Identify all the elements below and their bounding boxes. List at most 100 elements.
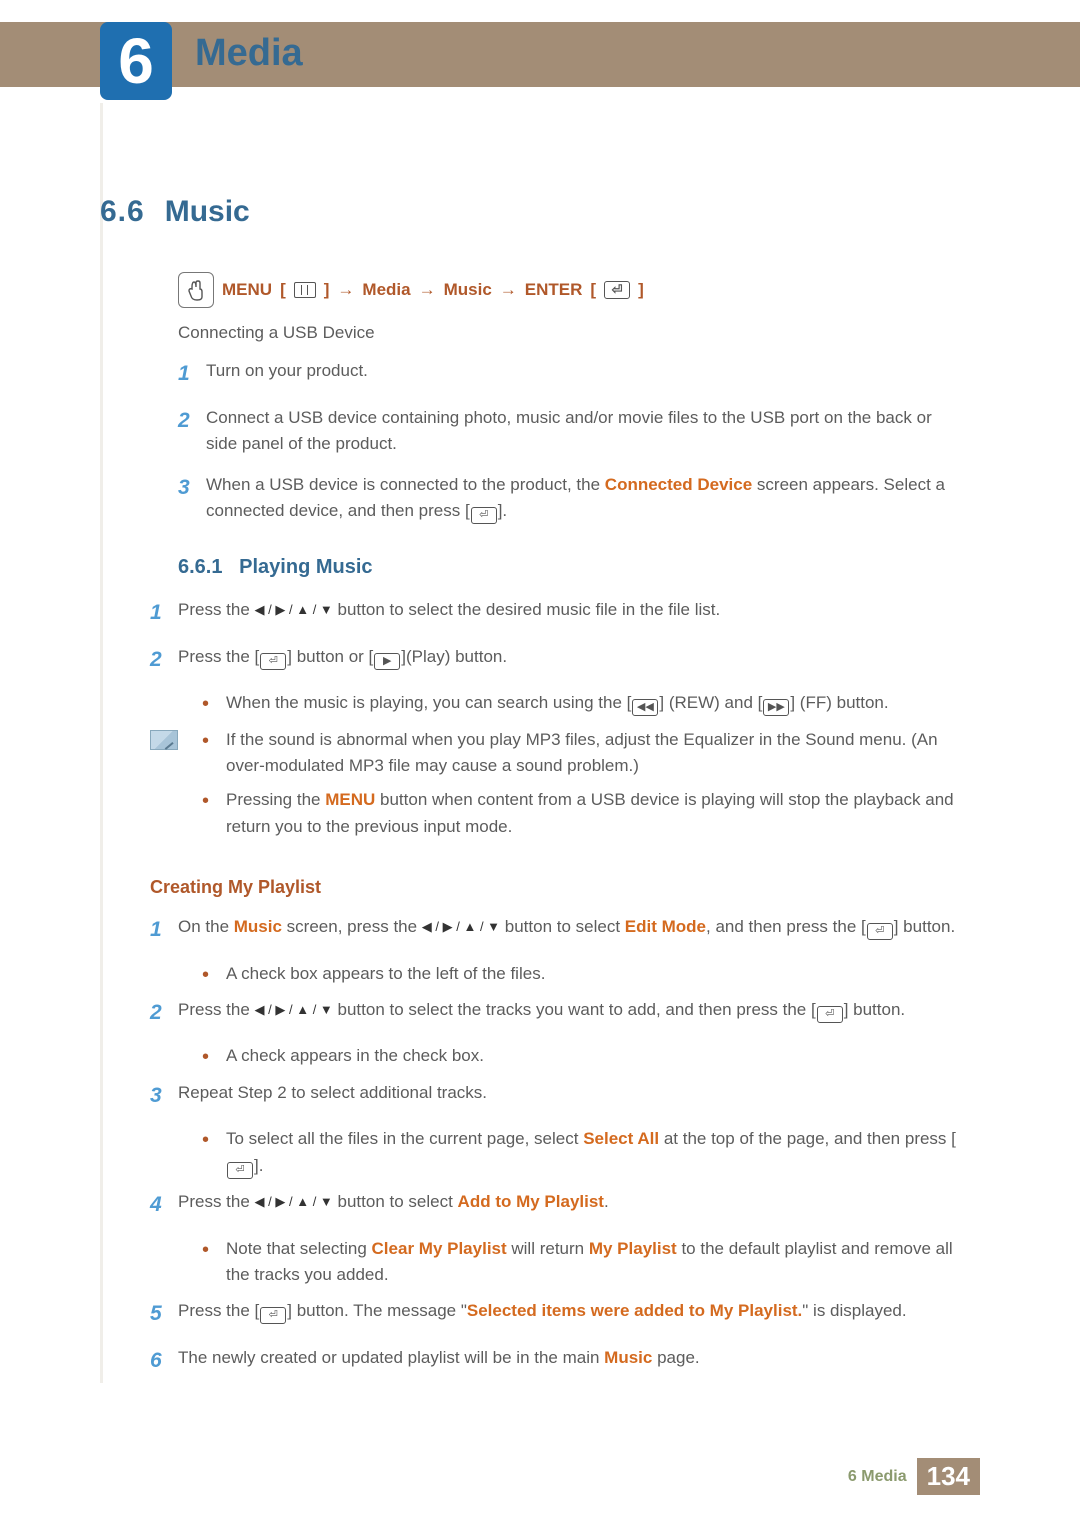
text: will return [507, 1239, 589, 1258]
enter-icon: ⏎ [260, 1307, 286, 1324]
text: ] button or [ [287, 647, 373, 666]
step-text: Turn on your product. [206, 358, 958, 391]
bullet-item: • When the music is playing, you can sea… [202, 690, 958, 716]
bullet-text: When the music is playing, you can searc… [226, 690, 958, 716]
step-number: 2 [150, 997, 178, 1030]
step-number: 6 [150, 1345, 178, 1378]
text: " is displayed. [802, 1301, 906, 1320]
bracket-close: ] [324, 280, 330, 300]
highlight-text: Clear My Playlist [372, 1239, 507, 1258]
text: ] button. [844, 1000, 905, 1019]
text: at the top of the page, and then press [ [659, 1129, 956, 1148]
nav-arrows-icon: ◀ / ▶ / ▲ / ▼ [255, 600, 333, 620]
text: On the [178, 917, 234, 936]
highlight-text: Selected items were added to My Playlist… [467, 1301, 802, 1320]
step-text: Connect a USB device containing photo, m… [206, 405, 958, 458]
step-number: 2 [150, 644, 178, 677]
arrow-icon: → [419, 280, 436, 300]
bullet-icon: • [202, 787, 226, 840]
arrow-icon: → [337, 280, 354, 300]
text: The newly created or updated playlist wi… [178, 1348, 604, 1367]
list-item: 2 Press the ◀ / ▶ / ▲ / ▼ button to sele… [150, 997, 958, 1030]
nav-arrows-icon: ◀ / ▶ / ▲ / ▼ [255, 1192, 333, 1212]
step-number: 1 [178, 358, 206, 391]
bullet-icon: • [202, 961, 226, 987]
play-icon: ▶ [374, 653, 400, 670]
highlight-text: My Playlist [589, 1239, 677, 1258]
text: button to select the tracks you want to … [333, 1000, 816, 1019]
menu-label: MENU [222, 280, 272, 300]
text: When the music is playing, you can searc… [226, 693, 631, 712]
step-text: Repeat Step 2 to select additional track… [178, 1080, 958, 1113]
section-title: Music [165, 195, 250, 229]
page-footer: 6 Media 134 [848, 1458, 980, 1495]
enter-icon: ⏎ [227, 1162, 253, 1179]
creating-my-playlist-heading: Creating My Playlist [150, 874, 958, 902]
bullet-text: If the sound is abnormal when you play M… [226, 727, 958, 780]
bullet-list: • A check box appears to the left of the… [202, 961, 958, 987]
text: Press the [178, 600, 255, 619]
highlight-text: Music [604, 1348, 652, 1367]
subsection-number: 6.6.1 [178, 556, 222, 578]
bullet-icon: • [202, 1043, 226, 1069]
highlight-text: Connected Device [605, 475, 752, 494]
highlight-text: Add to My Playlist [458, 1192, 604, 1211]
bracket-open: [ [280, 280, 286, 300]
highlight-text: Select All [583, 1129, 659, 1148]
step-number: 1 [150, 597, 178, 630]
forward-icon: ▶▶ [763, 699, 789, 716]
bullet-item: • Note that selecting Clear My Playlist … [202, 1236, 958, 1289]
bracket-open: [ [590, 280, 596, 300]
enter-icon: ⏎ [867, 923, 893, 940]
highlight-text: Music [234, 917, 282, 936]
text: ]. [254, 1156, 263, 1175]
bullet-list: • When the music is playing, you can sea… [202, 690, 958, 716]
text: Press the [178, 1192, 255, 1211]
list-item: 6 The newly created or updated playlist … [150, 1345, 958, 1378]
highlight-text: Edit Mode [625, 917, 706, 936]
text: ] (REW) and [ [659, 693, 762, 712]
enter-icon: ⏎ [604, 281, 630, 299]
bullet-text: Pressing the MENU button when content fr… [226, 787, 958, 840]
highlight-text: MENU [325, 790, 375, 809]
text: button to select [500, 917, 625, 936]
enter-label: ENTER [525, 280, 583, 300]
enter-icon: ⏎ [471, 507, 497, 524]
text: Press the [ [178, 647, 259, 666]
note-icon [150, 730, 178, 750]
note-block: • If the sound is abnormal when you play… [150, 727, 958, 848]
hand-icon [178, 272, 214, 308]
enter-icon: ⏎ [260, 653, 286, 670]
list-item: 5 Press the [⏎] button. The message "Sel… [150, 1298, 958, 1331]
step-text: Press the [⏎] button. The message "Selec… [178, 1298, 958, 1331]
footer-page-number: 134 [917, 1458, 980, 1495]
bullet-text: To select all the files in the current p… [226, 1126, 958, 1179]
subsection-title: Playing Music [239, 556, 372, 578]
bullet-item: • Pressing the MENU button when content … [202, 787, 958, 840]
bullet-list: • Note that selecting Clear My Playlist … [202, 1236, 958, 1289]
bullet-item: • To select all the files in the current… [202, 1126, 958, 1179]
list-item: 3 When a USB device is connected to the … [178, 472, 958, 525]
text: ] button. The message " [287, 1301, 467, 1320]
subsection-6-6-1: 6.6.1 Playing Music [178, 552, 958, 583]
menu-icon [294, 282, 316, 298]
text: screen, press the [282, 917, 422, 936]
text: Pressing the [226, 790, 325, 809]
text: Press the [ [178, 1301, 259, 1320]
text: ] (FF) button. [790, 693, 888, 712]
bullet-list: • A check appears in the check box. [202, 1043, 958, 1069]
content-body: Connecting a USB Device 1 Turn on your p… [178, 320, 958, 1391]
text: Press the [178, 1000, 255, 1019]
step-number: 5 [150, 1298, 178, 1331]
section-number: 6.6 [100, 195, 145, 229]
step-number: 2 [178, 405, 206, 458]
step-text: Press the ◀ / ▶ / ▲ / ▼ button to select… [178, 997, 958, 1030]
step-text: The newly created or updated playlist wi… [178, 1345, 958, 1378]
enter-icon: ⏎ [817, 1006, 843, 1023]
text: page. [652, 1348, 699, 1367]
nav-arrows-icon: ◀ / ▶ / ▲ / ▼ [422, 917, 500, 937]
text: . [604, 1192, 609, 1211]
text: , and then press the [ [706, 917, 866, 936]
step-text: Press the ◀ / ▶ / ▲ / ▼ button to select… [178, 597, 958, 630]
text: button to select the desired music file … [333, 600, 720, 619]
